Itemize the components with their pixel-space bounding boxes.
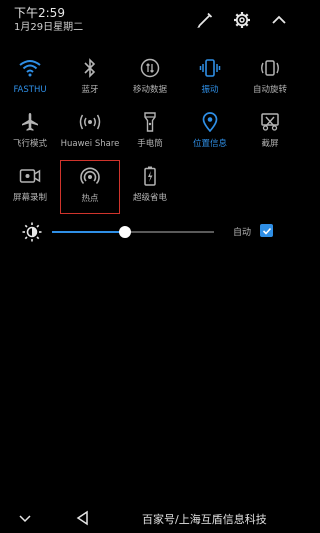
screen-record-icon [18,164,42,188]
auto-rotate-icon [258,56,282,80]
tile-battery-saver[interactable]: 超级省电 [120,160,180,214]
quick-settings-row: 屏幕录制 热点 超级省电 [0,160,300,214]
brightness-slider[interactable] [52,226,214,238]
tile-vibrate[interactable]: 振动 [180,52,240,106]
settings-icon[interactable] [231,9,253,31]
battery-saver-icon [138,164,162,188]
tile-label: 自动旋转 [252,85,287,95]
vibrate-icon [198,56,222,80]
tile-location[interactable]: 位置信息 [180,106,240,160]
tile-label: 蓝牙 [81,85,99,95]
tile-label: 屏幕录制 [12,193,47,203]
navigation-bar: 百家号/上海互盾信息科技 [0,503,300,533]
edit-icon[interactable] [194,9,216,31]
tile-label: 振动 [201,85,219,95]
screenshot-icon [258,110,282,134]
tile-huawei-share[interactable]: Huawei Share [60,106,120,160]
tile-label: FASTHU [13,85,47,95]
tile-label: 位置信息 [192,139,227,149]
tile-label: 手电筒 [137,139,163,149]
tile-airplane-mode[interactable]: 飞行模式 [0,106,60,160]
mobile-data-icon [138,56,162,80]
brightness-icon [22,222,42,242]
tile-wifi[interactable]: FASTHU [0,52,60,106]
status-time: 下午2:59 [14,6,65,20]
tile-label: 移动数据 [132,85,167,95]
tile-bluetooth[interactable]: 蓝牙 [60,52,120,106]
location-icon [198,110,222,134]
tile-label: 超级省电 [132,193,167,203]
back-icon[interactable] [74,509,92,527]
tile-mobile-data[interactable]: 移动数据 [120,52,180,106]
tile-hotspot[interactable]: 热点 [60,160,120,214]
tile-label: 热点 [81,194,99,204]
status-date: 1月29日星期二 [14,22,84,33]
airplane-icon [18,110,42,134]
tile-flashlight[interactable]: 手电筒 [120,106,180,160]
status-header: 下午2:59 1月29日星期二 [14,6,83,35]
tile-screenshot[interactable]: 截屏 [240,106,300,160]
quick-settings-grid: FASTHU 蓝牙 移动数据 振动 自动旋转 飞行模式 Huawei Share… [0,52,300,214]
quick-settings-row: FASTHU 蓝牙 移动数据 振动 自动旋转 [0,52,300,106]
watermark-text: 百家号/上海互盾信息科技 [142,513,267,526]
flashlight-icon [138,110,162,134]
bluetooth-icon [78,56,102,80]
top-actions [194,9,290,31]
quick-settings-row: 飞行模式 Huawei Share 手电筒 位置信息 截屏 [0,106,300,160]
tile-auto-rotate[interactable]: 自动旋转 [240,52,300,106]
wifi-icon [18,56,42,80]
huawei-share-icon [78,110,102,134]
auto-brightness-label: 自动 [233,228,252,238]
hotspot-icon [78,165,102,189]
collapse-icon[interactable] [268,9,290,31]
brightness-slider-thumb[interactable] [118,226,131,238]
brightness-slider-fill [52,231,125,233]
tile-label: Huawei Share [60,139,120,149]
hide-nav-chevron-icon[interactable] [16,509,34,527]
brightness-row: 自动 [0,218,300,246]
tile-label: 截屏 [261,139,279,149]
tile-label: 飞行模式 [12,139,47,149]
tile-screen-record[interactable]: 屏幕录制 [0,160,60,214]
auto-brightness-checkbox[interactable] [260,224,273,237]
